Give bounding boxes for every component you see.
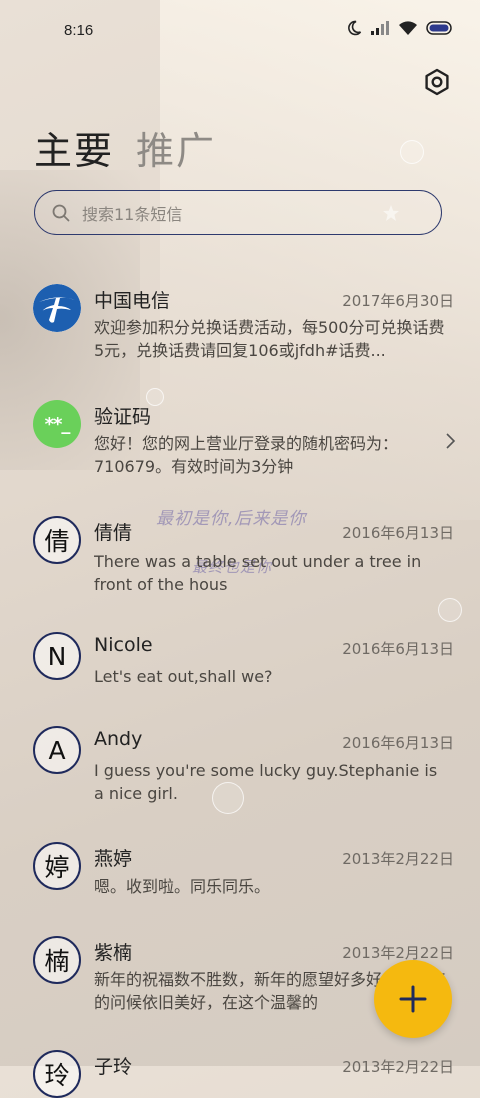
avatar: **_ — [33, 400, 81, 448]
message-date: 2013年2月22日 — [342, 850, 454, 868]
contact-name: 燕婷 — [94, 848, 133, 870]
message-preview: 嗯。收到啦。同乐同乐。 — [94, 877, 271, 896]
list-item[interactable]: 中国电信 2017年6月30日 欢迎参加积分兑换话费活动，每500分可兑换话费5… — [0, 276, 480, 376]
message-date: 2016年6月13日 — [342, 524, 454, 542]
message-date: 2017年6月30日 — [342, 292, 454, 310]
contact-name: 中国电信 — [94, 290, 171, 312]
tab-promotions[interactable]: 推广 — [136, 120, 216, 175]
tab-primary[interactable]: 主要 — [34, 120, 114, 175]
avatar: 楠 — [33, 936, 81, 984]
wifi-icon — [399, 21, 417, 35]
list-item[interactable]: A Andy 2016年6月13日 I guess you're some lu… — [0, 718, 480, 818]
signal-icon — [371, 21, 389, 35]
list-item[interactable]: 婷 燕婷 2013年2月22日 嗯。收到啦。同乐同乐。 — [0, 834, 480, 914]
message-preview: 您好！您的网上营业厅登录的随机密码为：710679。有效时间为3分钟 — [94, 434, 399, 476]
search-input[interactable]: 搜索11条短信 — [34, 190, 442, 235]
contact-name: Andy — [94, 728, 143, 750]
list-item[interactable]: 倩 倩倩 2016年6月13日 There was a table set ou… — [0, 508, 480, 608]
contact-name: 倩倩 — [94, 522, 133, 544]
plus-icon — [399, 985, 427, 1013]
new-message-button[interactable] — [374, 960, 452, 1038]
battery-icon — [426, 21, 452, 35]
tab-bar: 主要 推广 — [34, 120, 216, 175]
message-date: 2016年6月13日 — [342, 640, 454, 658]
list-item[interactable]: N Nicole 2016年6月13日 Let's eat out,shall … — [0, 624, 480, 704]
avatar: A — [33, 726, 81, 774]
avatar: 玲 — [33, 1050, 81, 1098]
status-icons — [346, 20, 454, 36]
wallpaper-bubble — [400, 140, 424, 164]
list-item[interactable]: **_ 验证码 您好！您的网上营业厅登录的随机密码为：710679。有效时间为3… — [0, 392, 480, 492]
avatar: N — [33, 632, 81, 680]
message-preview: 欢迎参加积分兑换话费活动，每500分可兑换话费5元，兑换话费请回复106或jfd… — [94, 318, 445, 360]
status-bar: 8:16 — [0, 0, 480, 62]
status-time: 8:16 — [64, 22, 94, 39]
gear-icon — [425, 68, 449, 96]
moon-icon — [348, 20, 362, 36]
avatar: 倩 — [33, 516, 81, 564]
search-icon — [52, 204, 70, 221]
chevron-right-icon — [446, 433, 456, 449]
settings-button[interactable] — [420, 65, 454, 99]
contact-name: 验证码 — [94, 406, 152, 428]
avatar: 婷 — [33, 842, 81, 890]
message-preview: I guess you're some lucky guy.Stephanie … — [94, 761, 438, 803]
message-date: 2013年2月22日 — [342, 1058, 454, 1076]
message-preview: There was a table set out under a tree i… — [94, 552, 422, 594]
avatar — [33, 284, 81, 332]
search-placeholder: 搜索11条短信 — [82, 204, 183, 224]
message-date: 2016年6月13日 — [342, 734, 454, 752]
message-preview: Let's eat out,shall we? — [94, 667, 273, 686]
china-telecom-logo-icon — [33, 284, 81, 332]
list-item[interactable]: 玲 子玲 2013年2月22日 — [0, 1046, 480, 1098]
contact-name: Nicole — [94, 634, 153, 656]
message-date: 2013年2月22日 — [342, 944, 454, 962]
contact-name: 紫楠 — [94, 942, 133, 964]
